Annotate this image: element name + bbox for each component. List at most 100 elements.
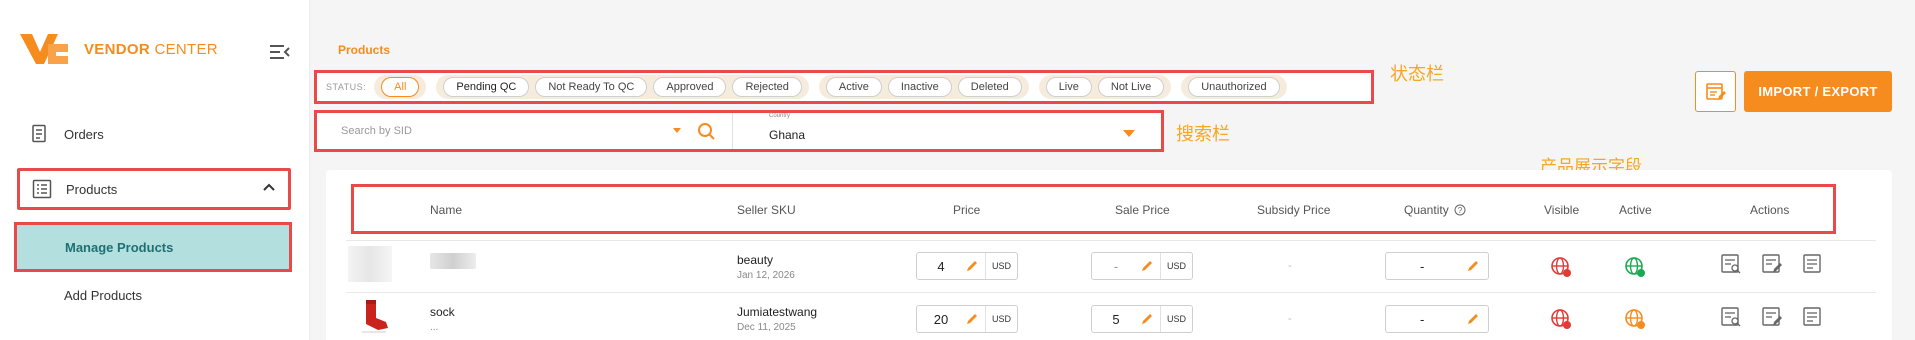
currency-label: USD bbox=[1160, 306, 1192, 332]
subsidy-price-value: - bbox=[1288, 260, 1292, 272]
caret-down-icon bbox=[1123, 130, 1135, 137]
view-details-icon[interactable] bbox=[1720, 253, 1742, 275]
status-pill-inactive[interactable]: Inactive bbox=[887, 77, 952, 97]
status-pill-live[interactable]: Live bbox=[1045, 77, 1092, 97]
column-header-subsidy-price[interactable]: Subsidy Price bbox=[1257, 203, 1330, 217]
sale-price-field[interactable]: 5 USD bbox=[1091, 305, 1194, 333]
product-name[interactable]: sock bbox=[430, 305, 455, 319]
sidebar-item-label: Products bbox=[66, 181, 118, 197]
logo[interactable]: VENDOR CENTER bbox=[18, 30, 218, 68]
row-divider bbox=[346, 240, 1876, 241]
import-export-button[interactable]: IMPORT / EXPORT bbox=[1744, 71, 1892, 112]
pencil-icon[interactable] bbox=[965, 312, 979, 326]
currency-label: USD bbox=[1160, 253, 1192, 279]
search-icon[interactable] bbox=[697, 122, 715, 140]
sid-search-input[interactable] bbox=[341, 116, 671, 146]
currency-label: USD bbox=[985, 306, 1017, 332]
quantity-field[interactable]: - bbox=[1385, 252, 1489, 280]
table-edit-icon bbox=[1705, 82, 1726, 100]
visible-globe-icon[interactable] bbox=[1549, 255, 1573, 279]
status-group-all: All bbox=[374, 75, 427, 99]
breadcrumb[interactable]: Products bbox=[338, 43, 390, 57]
status-label: STATUS: bbox=[326, 82, 367, 92]
column-header-name[interactable]: Name bbox=[430, 203, 462, 217]
status-pill-approved[interactable]: Approved bbox=[653, 77, 727, 97]
product-log-icon[interactable] bbox=[1802, 306, 1824, 328]
view-details-icon[interactable] bbox=[1720, 306, 1742, 328]
pencil-icon[interactable] bbox=[965, 259, 979, 273]
status-group-qc: Pending QC Not Ready To QC Approved Reje… bbox=[436, 75, 809, 99]
help-icon[interactable]: ? bbox=[1454, 204, 1466, 216]
column-header-actions[interactable]: Actions bbox=[1750, 203, 1789, 217]
sidebar-item-label: Manage Products bbox=[65, 239, 174, 255]
sidebar-item-orders[interactable]: Orders bbox=[30, 122, 104, 146]
sidebar-item-products[interactable]: Products bbox=[17, 168, 291, 210]
chevron-up-icon bbox=[263, 183, 275, 191]
product-thumbnail[interactable] bbox=[352, 298, 396, 334]
created-date: Dec 11, 2025 bbox=[737, 322, 796, 333]
country-select-label: Country bbox=[769, 113, 791, 119]
pencil-icon[interactable] bbox=[1466, 259, 1480, 273]
price-value: 20 bbox=[933, 311, 949, 327]
list-icon bbox=[32, 179, 52, 199]
price-field[interactable]: 4 USD bbox=[916, 252, 1019, 280]
table-header-row bbox=[351, 184, 1836, 234]
annotation-status-bar: 状态栏 bbox=[1390, 64, 1444, 84]
collapse-menu-icon[interactable] bbox=[270, 44, 290, 60]
column-header-seller-sku[interactable]: Seller SKU bbox=[737, 203, 796, 217]
sale-price-field[interactable]: - USD bbox=[1091, 252, 1194, 280]
edit-product-icon[interactable] bbox=[1761, 306, 1783, 328]
product-thumbnail[interactable] bbox=[348, 246, 392, 282]
status-group-auth: Unauthorized bbox=[1181, 75, 1287, 99]
product-name-blurred bbox=[430, 253, 476, 269]
column-header-quantity[interactable]: Quantity ? bbox=[1404, 203, 1466, 217]
sale-price-value: - bbox=[1113, 258, 1119, 274]
quantity-value: - bbox=[1420, 259, 1425, 274]
column-header-sale-price[interactable]: Sale Price bbox=[1115, 203, 1170, 217]
sidebar-item-add-products[interactable]: Add Products bbox=[64, 288, 142, 303]
quantity-value: - bbox=[1420, 312, 1425, 327]
pencil-icon[interactable] bbox=[1466, 312, 1480, 326]
country-select[interactable]: Country Ghana bbox=[733, 113, 1161, 149]
price-field[interactable]: 20 USD bbox=[916, 305, 1019, 333]
column-header-quantity-label: Quantity bbox=[1404, 203, 1449, 217]
status-filter-bar: STATUS: All Pending QC Not Ready To QC A… bbox=[314, 70, 1374, 104]
quantity-field[interactable]: - bbox=[1385, 305, 1489, 333]
active-globe-icon[interactable] bbox=[1623, 307, 1647, 331]
status-pill-all[interactable]: All bbox=[381, 77, 420, 97]
visible-globe-icon[interactable] bbox=[1549, 307, 1573, 331]
sid-search-field bbox=[317, 113, 733, 149]
status-pill-active[interactable]: Active bbox=[825, 77, 882, 97]
sidebar-item-manage-products[interactable]: Manage Products bbox=[14, 222, 292, 272]
status-pill-rejected[interactable]: Rejected bbox=[732, 77, 802, 97]
status-pill-not-ready-to-qc[interactable]: Not Ready To QC bbox=[535, 77, 648, 97]
pencil-icon[interactable] bbox=[1140, 259, 1154, 273]
annotation-search-bar: 搜索栏 bbox=[1176, 124, 1230, 144]
caret-down-icon[interactable] bbox=[673, 128, 681, 133]
column-header-price[interactable]: Price bbox=[953, 203, 980, 217]
export-settings-button[interactable] bbox=[1695, 71, 1736, 112]
search-bar: Country Ghana bbox=[314, 110, 1164, 152]
seller-sku: beauty bbox=[737, 253, 774, 267]
receipt-icon bbox=[32, 124, 46, 143]
status-pill-not-live[interactable]: Not Live bbox=[1097, 77, 1165, 97]
sidebar: VENDOR CENTER Orders Products Manage Pro… bbox=[0, 0, 310, 340]
column-header-visible[interactable]: Visible bbox=[1544, 203, 1579, 217]
status-pill-pending-qc[interactable]: Pending QC bbox=[443, 77, 530, 97]
seller-sku: Jumiatestwang bbox=[737, 305, 818, 319]
status-pill-unauthorized[interactable]: Unauthorized bbox=[1188, 77, 1280, 97]
column-header-active[interactable]: Active bbox=[1619, 203, 1652, 217]
pencil-icon[interactable] bbox=[1140, 312, 1154, 326]
currency-label: USD bbox=[985, 253, 1017, 279]
sidebar-item-label: Add Products bbox=[64, 288, 143, 303]
sale-price-value: 5 bbox=[1112, 311, 1120, 327]
product-log-icon[interactable] bbox=[1802, 253, 1824, 275]
country-select-value: Ghana bbox=[769, 128, 806, 142]
sidebar-item-label: Orders bbox=[64, 126, 104, 142]
status-group-live: Live Not Live bbox=[1038, 75, 1172, 99]
price-value: 4 bbox=[937, 258, 945, 274]
edit-product-icon[interactable] bbox=[1761, 253, 1783, 275]
status-pill-deleted[interactable]: Deleted bbox=[957, 77, 1022, 97]
svg-text:?: ? bbox=[1458, 206, 1463, 215]
active-globe-icon[interactable] bbox=[1623, 255, 1647, 279]
